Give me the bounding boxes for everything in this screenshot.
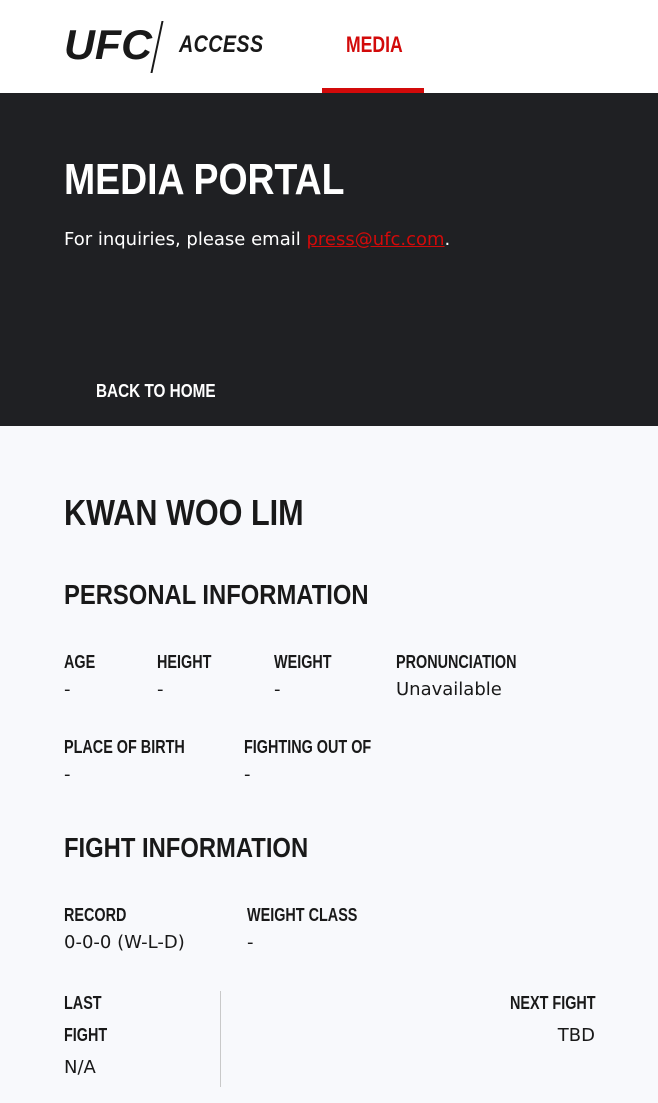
inquiry-suffix: . [444,229,451,250]
last-fight-label-line1: LAST [64,993,102,1013]
weight-label: WEIGHT [274,652,332,672]
height-label: HEIGHT [157,652,212,672]
site-header: UFC ACCESS MEDIA [0,0,658,93]
pronunciation-value: Unavailable [396,679,502,700]
place-of-birth-value: - [64,764,71,785]
fight-info-heading: FIGHT INFORMATION [64,832,309,863]
record-label: RECORD [64,905,127,925]
page-title: MEDIA PORTAL [64,155,345,204]
fighting-out-of-value: - [244,764,251,785]
nav-tab-media-label: MEDIA [346,32,403,57]
personal-info-heading: PERSONAL INFORMATION [64,579,369,610]
access-wordmark: ACCESS [179,31,264,58]
inquiry-text: For inquiries, please email press@ufc.co… [64,229,450,250]
weight-class-value: - [247,932,254,953]
fight-divider [220,991,221,1087]
last-fight-value: N/A [64,1057,96,1078]
ufc-logo[interactable]: UFC [64,23,154,67]
age-label: AGE [64,652,96,672]
athlete-name: KWAN WOO LIM [64,492,304,533]
last-fight-label-line2: FIGHT [64,1025,108,1045]
inquiry-prefix: For inquiries, please email [64,229,307,250]
weight-class-label: WEIGHT CLASS [247,905,358,925]
place-of-birth-label: PLACE OF BIRTH [64,737,185,757]
athlete-profile: KWAN WOO LIM PERSONAL INFORMATION AGE - … [0,426,658,1103]
next-fight-value: TBD [557,1025,595,1046]
age-value: - [64,679,71,700]
back-to-home-link[interactable]: BACK TO HOME [96,381,216,402]
record-value: 0-0-0 (W-L-D) [64,932,185,953]
height-value: - [157,679,164,700]
pronunciation-label: PRONUNCIATION [396,652,517,672]
press-email-link[interactable]: press@ufc.com [306,229,444,250]
fighting-out-of-label: FIGHTING OUT OF [244,737,372,757]
nav-tab-media[interactable]: MEDIA [322,0,424,93]
next-fight-label: NEXT FIGHT [510,993,596,1013]
svg-text:UFC: UFC [64,23,153,67]
weight-value: - [274,679,281,700]
hero-banner: MEDIA PORTAL For inquiries, please email… [0,93,658,426]
